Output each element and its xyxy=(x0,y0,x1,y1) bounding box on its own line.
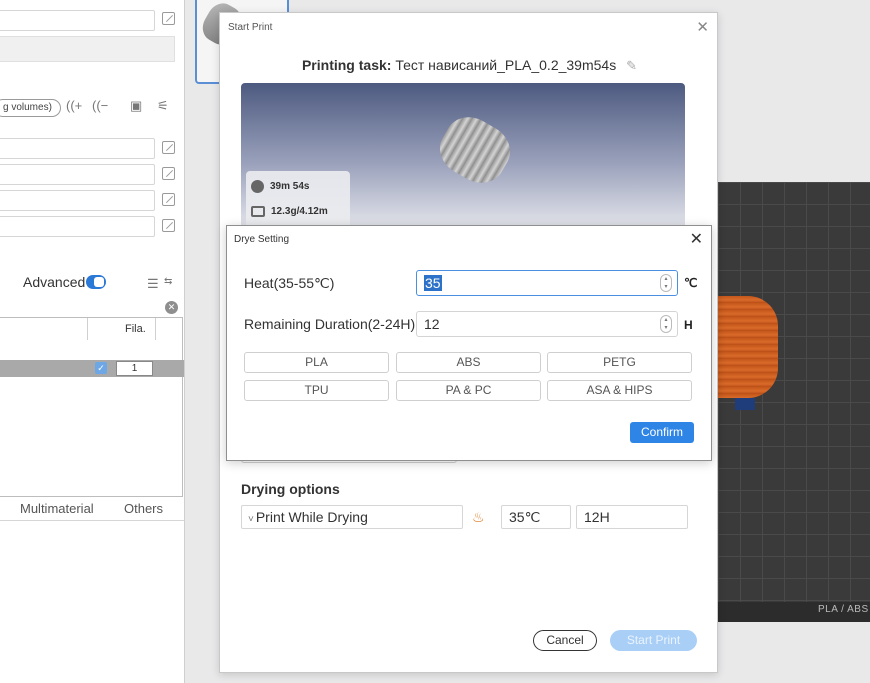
duration-label: Remaining Duration(2-24H) xyxy=(244,316,416,332)
edit-icon[interactable] xyxy=(162,141,175,154)
dialog-title: Start Print xyxy=(228,22,273,33)
clear-icon[interactable]: ✕ xyxy=(165,301,178,314)
column-divider xyxy=(155,318,156,340)
settings-file-icon[interactable]: ▣ xyxy=(130,98,142,114)
param-input-2[interactable] xyxy=(0,164,155,185)
print-time: 39m 54s xyxy=(270,181,310,193)
compare-icon[interactable]: ⇆ xyxy=(164,276,172,287)
heat-input[interactable]: 35 ▴ ▾ xyxy=(416,270,678,296)
material-button-pa-pc[interactable]: PA & PC xyxy=(396,380,541,401)
heat-label: Heat(35-55℃) xyxy=(244,275,335,291)
close-icon[interactable]: ✕ xyxy=(696,18,709,36)
heat-icon: ♨ xyxy=(472,509,485,525)
spinner-icon[interactable]: ▴ ▾ xyxy=(660,274,672,292)
filament-number[interactable]: 1 xyxy=(116,361,153,376)
list-icon[interactable]: ☰ xyxy=(147,276,159,292)
model-object[interactable] xyxy=(718,296,778,398)
material-button-abs[interactable]: ABS xyxy=(396,352,541,373)
filament-usage: 12.3g/4.12m xyxy=(271,206,328,218)
plate-type-label: PLA / ABS xyxy=(818,604,869,615)
model-preview xyxy=(431,107,519,193)
close-icon[interactable]: ✕ xyxy=(690,229,703,249)
add-part-icon[interactable]: ((+ xyxy=(66,98,82,113)
edit-icon[interactable] xyxy=(162,193,175,206)
chevron-down-icon: ˅ xyxy=(248,514,254,525)
confirm-button[interactable]: Confirm xyxy=(630,422,694,443)
material-button-pla[interactable]: PLA xyxy=(244,352,389,373)
param-input-4[interactable] xyxy=(0,216,155,237)
drying-options-title: Drying options xyxy=(241,481,340,497)
param-input-3[interactable] xyxy=(0,190,155,211)
column-header-fila: Fila. xyxy=(125,323,146,335)
object-table: Fila. ✓ 1 xyxy=(0,317,184,497)
remove-part-icon[interactable]: ((− xyxy=(92,98,108,113)
dialog-title: Drye Setting xyxy=(234,234,290,245)
material-button-petg[interactable]: PETG xyxy=(547,352,692,373)
heat-unit: ℃ xyxy=(684,276,698,290)
param-input-1[interactable] xyxy=(0,138,155,159)
pencil-icon[interactable]: ✎ xyxy=(626,58,637,73)
tab-others[interactable]: Others xyxy=(124,501,163,516)
time-row: 39m 54s xyxy=(251,180,309,193)
advanced-toggle[interactable] xyxy=(86,275,106,289)
print-info: 39m 54s 12.3g/4.12m xyxy=(246,171,350,229)
duration-value: 12 xyxy=(424,316,440,332)
drying-hours-field[interactable]: 12H xyxy=(576,505,688,529)
heat-value: 35 xyxy=(424,275,442,291)
cancel-button[interactable]: Cancel xyxy=(533,630,597,651)
settings-panel: g volumes) ((+ ((− ▣ ⚟ Advanced ☰ ⇆ ✕ Fi… xyxy=(0,0,185,683)
category-tabs: Multimaterial Others xyxy=(0,497,184,521)
row-checkbox[interactable]: ✓ xyxy=(95,362,107,374)
column-divider xyxy=(87,318,88,340)
edit-icon[interactable] xyxy=(162,12,175,25)
gray-field xyxy=(0,36,175,62)
task-label: Printing task: xyxy=(301,57,392,73)
sliders-icon[interactable]: ⚟ xyxy=(157,98,169,114)
start-print-button[interactable]: Start Print xyxy=(610,630,697,651)
table-row[interactable]: ✓ 1 xyxy=(0,360,184,377)
print-preview: 39m 54s 12.3g/4.12m xyxy=(241,83,685,229)
duration-unit: H xyxy=(684,318,693,332)
edit-icon[interactable] xyxy=(162,167,175,180)
volumes-pill[interactable]: g volumes) xyxy=(0,99,61,117)
edit-icon[interactable] xyxy=(162,219,175,232)
drye-setting-dialog: Drye Setting ✕ Heat(35-55℃) 35 ▴ ▾ ℃ Rema… xyxy=(226,225,712,461)
spinner-icon[interactable]: ▴ ▾ xyxy=(660,315,672,333)
material-button-tpu[interactable]: TPU xyxy=(244,380,389,401)
printing-task: Printing task: Тест нависаний_PLA_0.2_39… xyxy=(220,57,719,74)
top-input[interactable] xyxy=(0,10,155,31)
filament-icon xyxy=(251,206,265,217)
material-button-asa-hips[interactable]: ASA & HIPS xyxy=(547,380,692,401)
filament-row: 12.3g/4.12m xyxy=(251,206,328,217)
model-base xyxy=(735,398,755,410)
drying-temp-field[interactable]: 35℃ xyxy=(501,505,571,529)
drying-mode-value: Print While Drying xyxy=(255,509,368,525)
duration-input[interactable]: 12 ▴ ▾ xyxy=(416,311,678,337)
clock-icon xyxy=(251,180,264,193)
advanced-label: Advanced xyxy=(23,274,86,290)
task-name: Тест нависаний_PLA_0.2_39m54s xyxy=(395,57,617,73)
tab-multimaterial[interactable]: Multimaterial xyxy=(20,501,94,516)
drying-mode-select[interactable]: ˅ Print While Drying xyxy=(241,505,463,529)
